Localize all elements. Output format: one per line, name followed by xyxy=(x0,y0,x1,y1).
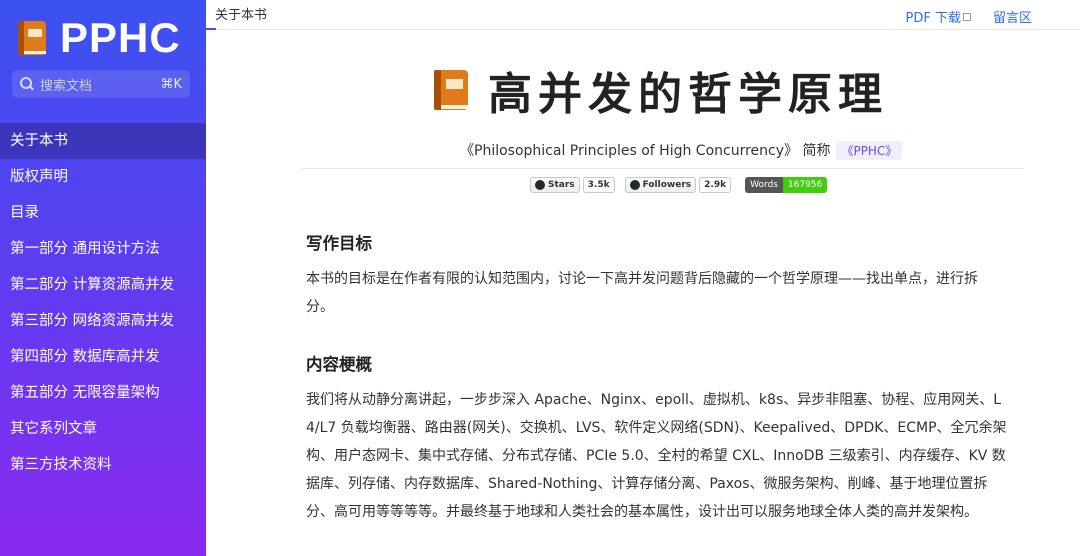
brand-title: PPHC xyxy=(60,14,181,61)
search-icon xyxy=(20,77,34,91)
hero: 高并发的哲学原理 xyxy=(434,58,888,122)
book-icon xyxy=(434,70,468,110)
followers-count: 2.9k xyxy=(699,177,732,193)
search-placeholder: 搜索文档 xyxy=(40,78,93,94)
paragraph-line: 据库、列存储、内存数据库、Shared-Nothing、计算存储分离、Paxos… xyxy=(306,476,988,492)
section-summary-body: 我们将从动静分离讲起，一步步深入 Apache、Nginx、epoll、虚拟机、… xyxy=(306,386,1008,526)
sidebar-item-toc[interactable]: 目录 xyxy=(0,195,206,231)
sidebar: PPHC 搜索文档 ⌘K 关于本书 版权声明 目录 第一部分 通用设计方法 第二… xyxy=(0,0,206,556)
comments-link[interactable]: 留言区 xyxy=(993,7,1032,26)
top-bar: 关于本书 PDF 下载 留言区 xyxy=(206,0,1080,30)
paragraph-line: 我们将从动静分离讲起，一步步深入 Apache、Nginx、epoll、虚拟机、… xyxy=(306,392,1002,408)
divider xyxy=(302,168,1024,169)
paragraph-line: 分。 xyxy=(306,299,334,315)
section-heading-goal: 写作目标 xyxy=(306,234,372,253)
paragraph-line: 本书的目标是在作者有限的认知范围内，讨论一下高并发问题背后隐藏的一个哲学原理——… xyxy=(306,271,978,287)
abbreviation-tag: 《PPHC》 xyxy=(836,140,903,160)
sidebar-item-other-series[interactable]: 其它系列文章 xyxy=(0,411,206,447)
sidebar-item-about[interactable]: 关于本书 xyxy=(0,123,206,159)
subtitle: 《Philosophical Principles of High Concur… xyxy=(460,140,903,160)
main-content: 高并发的哲学原理 《Philosophical Principles of Hi… xyxy=(206,30,1080,556)
paragraph-line: 4/L7 负载均衡器、路由器(网关)、交换机、LVS、软件定义网络(SDN)、K… xyxy=(306,420,1007,436)
search-box[interactable]: 搜索文档 ⌘K xyxy=(12,70,190,98)
sidebar-nav: 关于本书 版权声明 目录 第一部分 通用设计方法 第二部分 计算资源高并发 第三… xyxy=(0,123,206,483)
stars-count: 3.5k xyxy=(582,177,615,193)
paragraph-line: 构、用户态网卡、集中式存储、分布式存储、PCIe 5.0、全村的希望 CXL、I… xyxy=(306,448,1006,464)
paragraph-line: 分、高可用等等等等。并最终基于地球和人类社会的基本属性，设计出可以服务地球全体人… xyxy=(306,504,978,520)
sidebar-item-part3[interactable]: 第三部分 网络资源高并发 xyxy=(0,303,206,339)
github-stars-badge[interactable]: Stars 3.5k xyxy=(530,177,615,193)
subtitle-text: 《Philosophical Principles of High Concur… xyxy=(460,143,831,159)
words-count: 167956 xyxy=(782,177,828,193)
github-followers-badge[interactable]: Followers 2.9k xyxy=(624,177,732,193)
page-title: 高并发的哲学原理 xyxy=(488,69,888,120)
brand[interactable]: PPHC xyxy=(18,14,181,62)
section-heading-summary: 内容梗概 xyxy=(306,355,372,374)
badges: Stars 3.5k Followers 2.9k Words 167956 xyxy=(530,177,828,193)
breadcrumb[interactable]: 关于本书 xyxy=(215,4,267,23)
sidebar-item-part5[interactable]: 第五部分 无限容量架构 xyxy=(0,375,206,411)
external-link-icon xyxy=(962,13,971,21)
github-icon xyxy=(535,180,545,190)
stars-label: Stars xyxy=(548,180,575,190)
words-label: Words xyxy=(745,177,783,193)
sidebar-item-part4[interactable]: 第四部分 数据库高并发 xyxy=(0,339,206,375)
section-goal-body: 本书的目标是在作者有限的认知范围内，讨论一下高并发问题背后隐藏的一个哲学原理——… xyxy=(306,265,1008,321)
pdf-download-link[interactable]: PDF 下载 xyxy=(906,7,971,26)
search-shortcut: ⌘K xyxy=(160,76,182,92)
book-icon xyxy=(18,21,46,55)
sidebar-item-part2[interactable]: 第二部分 计算资源高并发 xyxy=(0,267,206,303)
pdf-download-label: PDF 下载 xyxy=(905,11,961,26)
sidebar-item-part1[interactable]: 第一部分 通用设计方法 xyxy=(0,231,206,267)
top-links: PDF 下载 留言区 xyxy=(906,7,1032,26)
github-icon xyxy=(629,180,640,190)
words-badge: Words 167956 xyxy=(745,177,828,193)
followers-label: Followers xyxy=(642,180,692,190)
sidebar-item-copyright[interactable]: 版权声明 xyxy=(0,159,206,195)
sidebar-item-third-party[interactable]: 第三方技术资料 xyxy=(0,447,206,483)
